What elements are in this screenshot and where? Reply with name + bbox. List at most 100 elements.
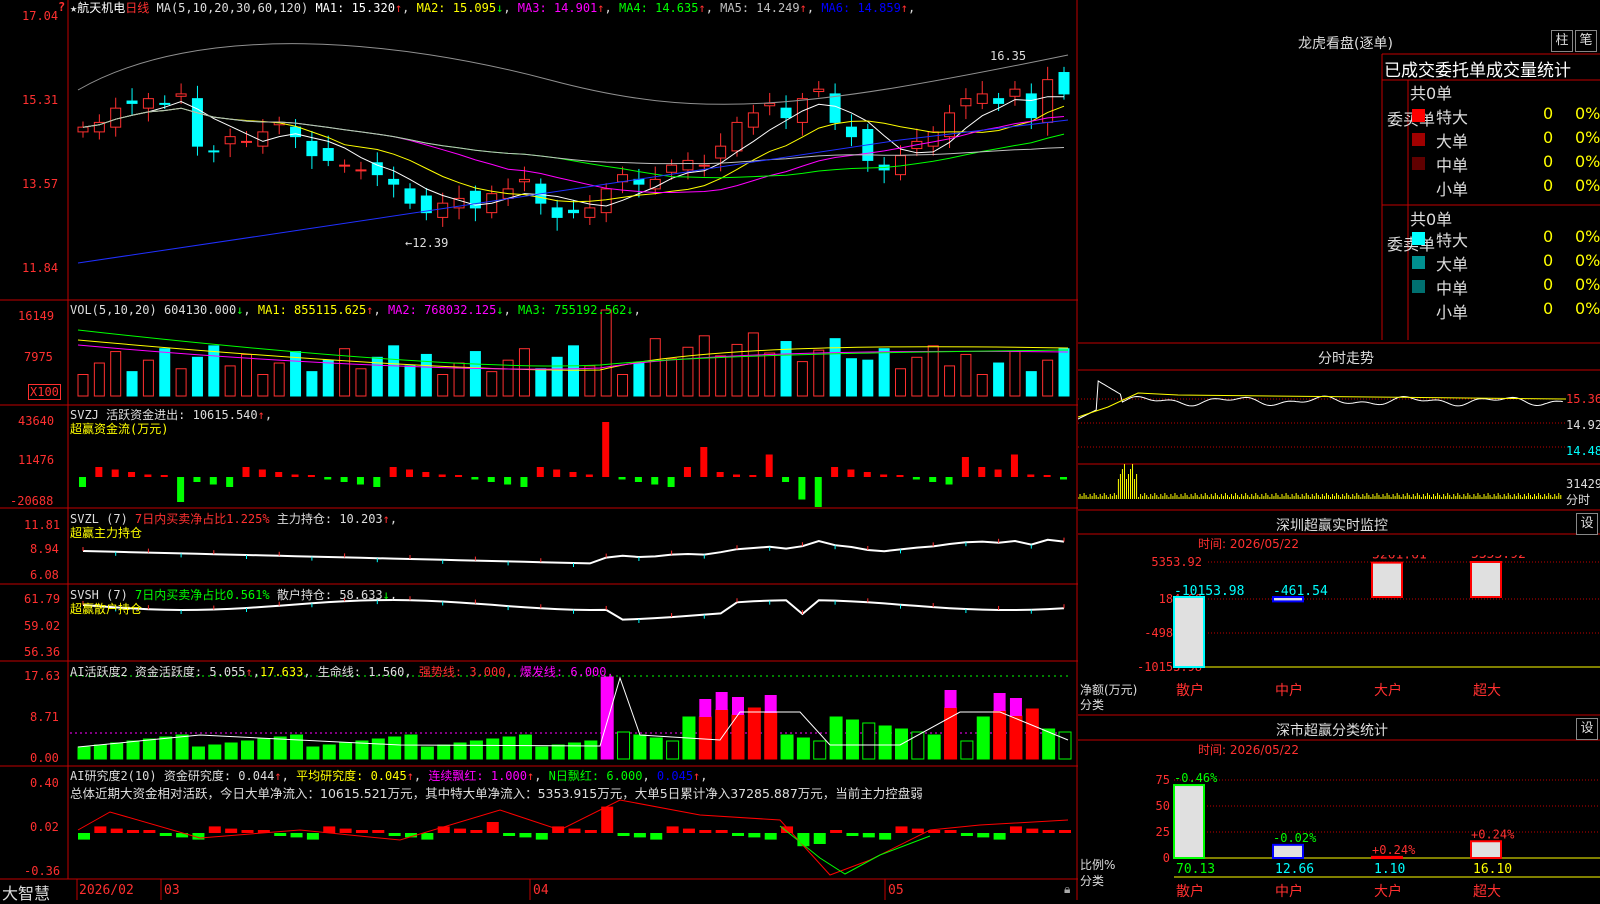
monitor-settings-button[interactable]: 设 [1576, 513, 1598, 535]
research-bar [143, 830, 156, 833]
legend-swatch [1412, 304, 1425, 317]
classify-bar [1470, 840, 1502, 859]
volume-bar [796, 361, 808, 397]
volume-bar [224, 365, 236, 397]
active-bar [551, 744, 565, 760]
flow-bar [1060, 477, 1067, 480]
low-price-label: ←12.39 [405, 236, 448, 250]
candle [780, 107, 792, 119]
active-bar [241, 740, 254, 760]
research-bar [1042, 830, 1055, 833]
active-bar [584, 740, 598, 760]
legend-swatch [1412, 181, 1425, 194]
classify-category-label: 散户 [1176, 883, 1204, 900]
candle [339, 164, 351, 167]
candle [960, 98, 972, 107]
classify-cat-label: 分类 [1080, 874, 1105, 888]
active-bar [486, 738, 500, 760]
research-bar [486, 822, 499, 833]
flow-bar [569, 472, 577, 477]
classify-chart: 75 50 25 0 -0.46% 70.13 散户 -0.02% 12.66 中户 +0.24% 1… [1156, 771, 1600, 900]
research-bar [960, 833, 973, 836]
research-bar [355, 830, 368, 833]
flow-bar [634, 477, 642, 482]
flow-bar [504, 477, 512, 485]
classify-time: 时间: 2026/05/22 [1198, 743, 1300, 757]
restore-icon[interactable]: ? [58, 0, 65, 14]
order-size-label: 特大 [1436, 231, 1469, 250]
burst-value: 6.000 [570, 665, 607, 679]
order-percent: 0% [1575, 251, 1600, 270]
active-bar [780, 734, 794, 760]
flow-bar [79, 477, 86, 487]
candle [241, 140, 252, 143]
research-bar [1059, 830, 1071, 833]
order-count: 0 [1543, 299, 1554, 318]
svsh-y-tick: 61.79 [24, 592, 61, 606]
active-bar [731, 714, 745, 760]
svzj-y-tick: 43640 [18, 414, 55, 428]
intraday-price-low: 14.48 [1566, 444, 1600, 458]
volume-bar [175, 368, 187, 397]
classify-change-label: -0.02% [1273, 831, 1317, 845]
ma-value: MA3: 14.901 [510, 1, 598, 15]
svsh-value: 58.633 [339, 588, 383, 602]
candle [77, 126, 89, 133]
active-bar [469, 740, 483, 760]
order-size-label: 大单 [1436, 132, 1469, 151]
research-bar [977, 833, 990, 838]
svsh-label: 散户持仓: [276, 588, 333, 602]
vol-unit-button[interactable]: X100 [28, 384, 61, 400]
vol-header: VOL(5,10,20) 604130.000 ↓, MA1: 855115.62… [70, 303, 641, 317]
svsh-y-tick: 56.36 [24, 645, 61, 659]
main-y-tick: 17.04 [22, 9, 59, 23]
active-bar [617, 731, 631, 760]
candle [110, 107, 122, 128]
order-count: 0 [1543, 104, 1554, 123]
flow-bar [128, 472, 136, 477]
classify-settings-button[interactable]: 设 [1576, 718, 1598, 740]
order-count: 0 [1543, 176, 1554, 195]
flow-bar [553, 469, 561, 477]
classify-bar [1371, 855, 1403, 860]
active-bar [911, 731, 925, 760]
active-bar [813, 740, 827, 760]
period-label[interactable]: 日线 [125, 1, 149, 15]
intraday-chart[interactable] [1078, 371, 1600, 509]
active-bar [420, 746, 434, 760]
stock-name[interactable]: 航天机电 [77, 1, 125, 15]
svzj-layer [79, 422, 1067, 507]
kline-chart-area[interactable] [0, 0, 1078, 900]
active-bar [257, 738, 271, 760]
research-v5: 0.045 [656, 769, 694, 783]
active-bar [142, 738, 156, 760]
order-percent: 0% [1575, 227, 1600, 246]
legend-swatch [1412, 256, 1425, 269]
active-bar [404, 734, 418, 760]
flow-bar [929, 477, 937, 482]
research-l1: 资金研究度: [163, 769, 232, 783]
volume-bar [551, 356, 563, 397]
monitor-bar [1470, 561, 1502, 599]
vol-y-tick: 16149 [18, 309, 55, 323]
flow-bar [275, 472, 283, 477]
legend-swatch [1412, 157, 1425, 170]
volume-bar [960, 353, 972, 397]
candle [682, 159, 694, 171]
research-bar [208, 826, 221, 833]
vol-ma-sep: , [503, 303, 511, 317]
research-bar [470, 830, 483, 833]
active-bar [1058, 731, 1072, 760]
research-bar [813, 833, 826, 844]
active-bar [1009, 715, 1023, 760]
candle [290, 126, 302, 138]
svzl-ratio: 7日内买卖净占比1.225% [135, 512, 270, 526]
research-bar [110, 828, 123, 833]
strong-value: 3.000 [469, 665, 506, 679]
active-bar [535, 746, 549, 760]
active-peak-bar [993, 693, 1006, 711]
volume-bar [649, 338, 661, 397]
active-bar [649, 737, 663, 760]
panel-borders [0, 0, 1078, 900]
research-bar [519, 833, 532, 838]
